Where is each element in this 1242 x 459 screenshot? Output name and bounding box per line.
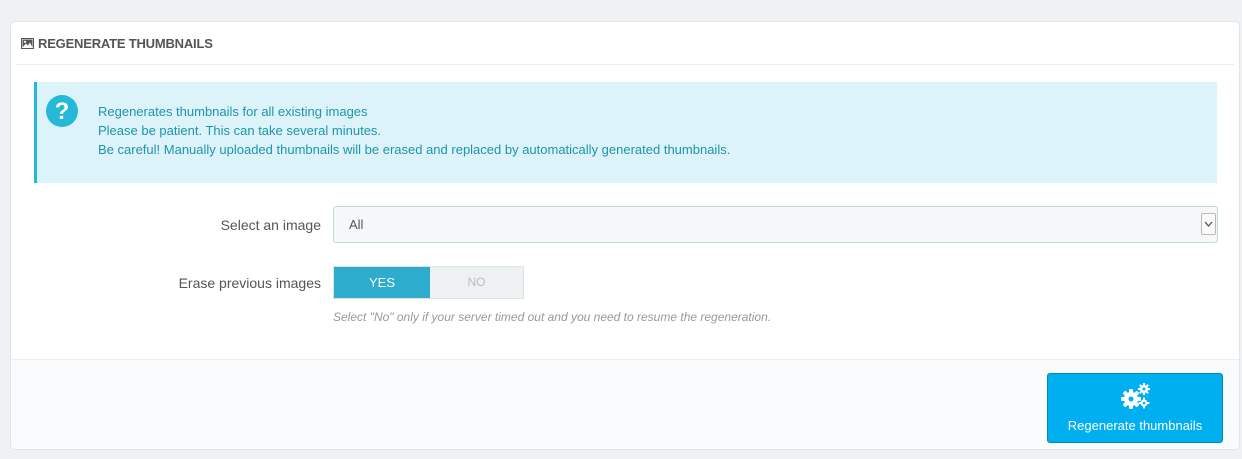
heading-divider — [16, 64, 1234, 65]
select-image-value: All — [349, 217, 364, 232]
svg-text:?: ? — [55, 98, 70, 125]
erase-previous-label: Erase previous images — [178, 275, 321, 291]
picture-icon — [21, 38, 34, 49]
cogs-icon — [1121, 383, 1150, 409]
alert-line: Please be patient. This can take several… — [98, 123, 382, 138]
question-circle-icon: ? — [46, 95, 78, 127]
regenerate-button-label: Regenerate thumbnails — [1067, 418, 1203, 433]
regenerate-thumbnails-panel: REGENERATE THUMBNAILS ? Regenerates thum… — [10, 21, 1240, 450]
chevron-down-icon[interactable] — [1201, 213, 1216, 235]
panel-title: REGENERATE THUMBNAILS — [38, 36, 213, 51]
panel-heading: REGENERATE THUMBNAILS — [11, 22, 1239, 65]
erase-help-text: Select "No" only if your server timed ou… — [333, 310, 772, 324]
toggle-no-option[interactable]: NO — [430, 267, 523, 298]
alert-line: Be careful! Manually uploaded thumbnails… — [98, 142, 731, 157]
regenerate-thumbnails-button[interactable]: Regenerate thumbnails — [1047, 373, 1223, 443]
info-alert: ? Regenerates thumbnails for all existin… — [34, 82, 1217, 183]
alert-text: Regenerates thumbnails for all existing … — [98, 102, 730, 159]
select-image-dropdown[interactable]: All — [333, 206, 1218, 243]
alert-line: Regenerates thumbnails for all existing … — [98, 104, 368, 119]
toggle-yes-option[interactable]: YES — [334, 267, 430, 298]
erase-previous-toggle[interactable]: YES NO — [333, 266, 524, 299]
panel-footer: Regenerate thumbnails — [11, 359, 1239, 449]
select-image-label: Select an image — [220, 217, 321, 233]
